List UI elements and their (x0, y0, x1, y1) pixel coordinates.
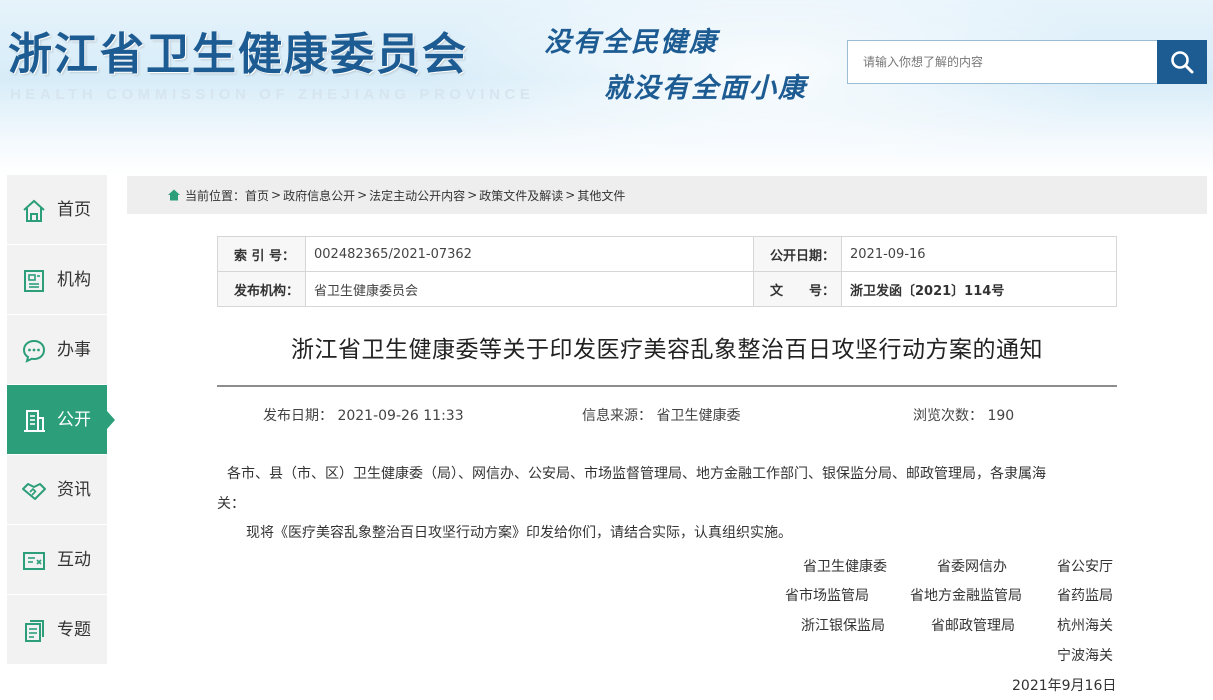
signatory: 宁波海关 (1057, 648, 1113, 664)
table-row: 发布机构： 省卫生健康委员会 文 号： 浙卫发函〔2021〕114号 (217, 271, 1117, 307)
addressee-line-1: 各市、县（市、区）卫生健康委（局）、网信办、公安局、市场监督管理局、地方金融工作… (227, 466, 1046, 482)
signatory: 浙江银保监局 (801, 618, 885, 634)
sidebar-item-service[interactable]: 办事 (7, 315, 107, 384)
publish-date-label: 公开日期： (753, 236, 842, 272)
title-divider (217, 385, 1117, 387)
org-value: 省卫生健康委员会 (305, 271, 754, 307)
search-button[interactable] (1157, 40, 1207, 84)
sidebar-item-topic[interactable]: 专题 (7, 595, 107, 664)
source-label: 信息来源： (582, 408, 652, 424)
sidebar-item-label: 资讯 (57, 480, 91, 500)
breadcrumb-item[interactable]: 首页 (245, 187, 269, 204)
breadcrumb: 当前位置： 首页 > 政府信息公开 > 法定主动公开内容 > 政策文件及解读 >… (127, 176, 1207, 214)
home-icon (168, 189, 180, 201)
breadcrumb-separator: > (565, 188, 576, 202)
slogan-line-1: 没有全民健康 (544, 27, 718, 58)
breadcrumb-separator: > (271, 188, 282, 202)
view-count-info: 浏览次数： 190 (913, 405, 1014, 425)
doc-number-value: 浙卫发函〔2021〕114号 (841, 271, 1117, 307)
feedback-icon (23, 552, 45, 570)
sidebar-item-news[interactable]: 资讯 (7, 455, 107, 524)
index-label: 索 引 号： (217, 236, 306, 272)
publish-date-value: 2021-09-16 (841, 236, 1117, 272)
sign-date: 2021年9月16日 (1012, 678, 1117, 694)
source-value: 省卫生健康委 (656, 408, 741, 424)
signatory: 省地方金融监管局 (910, 588, 1022, 604)
breadcrumb-prefix: 当前位置： (185, 188, 246, 203)
table-row: 索 引 号： 002482365/2021-07362 公开日期： 2021-0… (217, 236, 1117, 272)
chat-dots-icon (22, 339, 46, 363)
body-paragraph: 现将《医疗美容乱象整治百日攻坚行动方案》印发给你们，请结合实际，认真组织实施。 (246, 525, 792, 541)
view-count-label: 浏览次数： (913, 408, 983, 424)
sidebar-item-label: 首页 (57, 200, 91, 220)
site-logo-en: HEALTH COMMISSION OF ZHEJIANG PROVINCE (10, 86, 535, 103)
sidebar-item-label: 办事 (57, 340, 91, 360)
sidebar-item-org[interactable]: 机构 (7, 245, 107, 314)
sidebar-item-label: 互动 (57, 550, 91, 570)
signatory: 省委网信办 (937, 559, 1007, 575)
site-header: 浙江省卫生健康委员会 HEALTH COMMISSION OF ZHEJIANG… (0, 0, 1213, 175)
sidebar-item-home[interactable]: 首页 (7, 175, 107, 244)
breadcrumb-item[interactable]: 政府信息公开 (283, 187, 355, 204)
doc-number-label: 文 号： (753, 271, 842, 307)
sidebar-item-label: 专题 (57, 620, 91, 640)
sidebar-item-label: 公开 (57, 410, 91, 430)
sidebar-item-public[interactable]: 公开 (7, 385, 115, 454)
signatory: 省药监局 (1057, 588, 1113, 604)
sidebar-item-label: 机构 (57, 270, 91, 290)
slogan-line-2: 就没有全面小康 (604, 73, 807, 104)
search-icon (1171, 51, 1194, 74)
org-label: 发布机构： (217, 271, 306, 307)
home-icon (23, 199, 45, 222)
signatory: 省公安厅 (1057, 559, 1113, 575)
breadcrumb-item[interactable]: 政策文件及解读 (479, 187, 563, 204)
search-input[interactable] (848, 41, 1157, 83)
site-logo-cn[interactable]: 浙江省卫生健康委员会 (8, 18, 468, 82)
building-card-icon (24, 270, 44, 292)
document-stack-icon (25, 620, 44, 642)
search-box (847, 40, 1207, 84)
signatory: 杭州海关 (1057, 618, 1113, 634)
signatory: 省市场监管局 (785, 588, 869, 604)
source-info: 信息来源： 省卫生健康委 (582, 405, 740, 425)
office-building-icon (24, 410, 45, 432)
sidebar-item-interact[interactable]: 互动 (7, 525, 107, 594)
addressee-line-2: 关： (217, 496, 245, 512)
breadcrumb-separator: > (467, 188, 478, 202)
breadcrumb-item[interactable]: 其他文件 (577, 187, 625, 204)
signatory: 省邮政管理局 (931, 618, 1015, 634)
breadcrumb-separator: > (357, 188, 368, 202)
breadcrumb-item[interactable]: 法定主动公开内容 (369, 187, 465, 204)
article-title: 浙江省卫生健康委等关于印发医疗美容乱象整治百日攻坚行动方案的通知 (291, 337, 1043, 363)
index-value: 002482365/2021-07362 (305, 236, 754, 272)
handshake-icon (22, 483, 46, 500)
sidebar-nav: 首页 机构 办事 公开 资讯 互动 专题 (7, 175, 115, 700)
publish-date-info-value: 2021-09-26 11:33 (337, 408, 464, 424)
signatory: 省卫生健康委 (803, 559, 887, 575)
view-count-value: 190 (987, 408, 1015, 424)
publish-date-info-label: 发布日期： (263, 408, 333, 424)
publish-date-info: 发布日期： 2021-09-26 11:33 (263, 405, 464, 425)
document-meta-table: 索 引 号： 002482365/2021-07362 公开日期： 2021-0… (217, 236, 1117, 307)
